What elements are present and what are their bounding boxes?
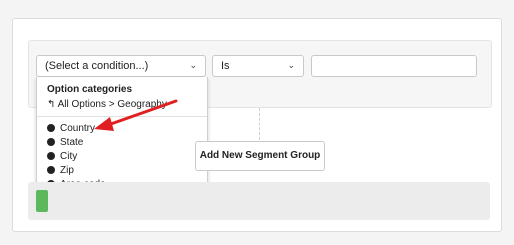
dropdown-item-label: City — [60, 151, 78, 162]
back-to-categories-link[interactable]: ↰ All Options > Geography — [47, 99, 167, 110]
value-input[interactable] — [311, 55, 477, 77]
dropdown-item-state[interactable]: State — [47, 136, 83, 149]
operator-select-value: Is — [221, 60, 230, 72]
dropdown-item-label: Zip — [60, 165, 74, 176]
dropdown-header: Option categories — [47, 84, 133, 95]
globe-icon — [47, 166, 55, 174]
condition-select[interactable]: (Select a condition...) ⌄ — [36, 55, 206, 77]
dropdown-item-label: State — [60, 137, 84, 148]
dropdown-divider — [37, 116, 207, 117]
add-segment-group-button[interactable]: Add New Segment Group — [195, 141, 325, 171]
dropdown-item-zip[interactable]: Zip — [47, 164, 74, 177]
operator-select[interactable]: Is ⌄ — [212, 55, 304, 77]
chevron-down-icon: ⌄ — [287, 60, 295, 70]
condition-dropdown-menu: Option categories ↰ All Options > Geogra… — [36, 77, 208, 199]
connector-line — [259, 108, 260, 140]
globe-icon — [47, 152, 55, 160]
dropdown-item-city[interactable]: City — [47, 150, 77, 163]
back-link-label: All Options > Geography — [57, 99, 167, 110]
back-arrow-icon: ↰ — [47, 99, 56, 110]
globe-icon — [47, 138, 55, 146]
dropdown-item-country[interactable]: Country — [47, 122, 95, 135]
globe-icon — [47, 124, 55, 132]
green-action-button[interactable] — [36, 190, 48, 212]
condition-select-value: (Select a condition...) — [45, 60, 149, 72]
dropdown-item-label: Country — [60, 123, 96, 134]
chevron-down-icon: ⌄ — [189, 60, 197, 70]
bottom-action-bar — [28, 182, 490, 220]
